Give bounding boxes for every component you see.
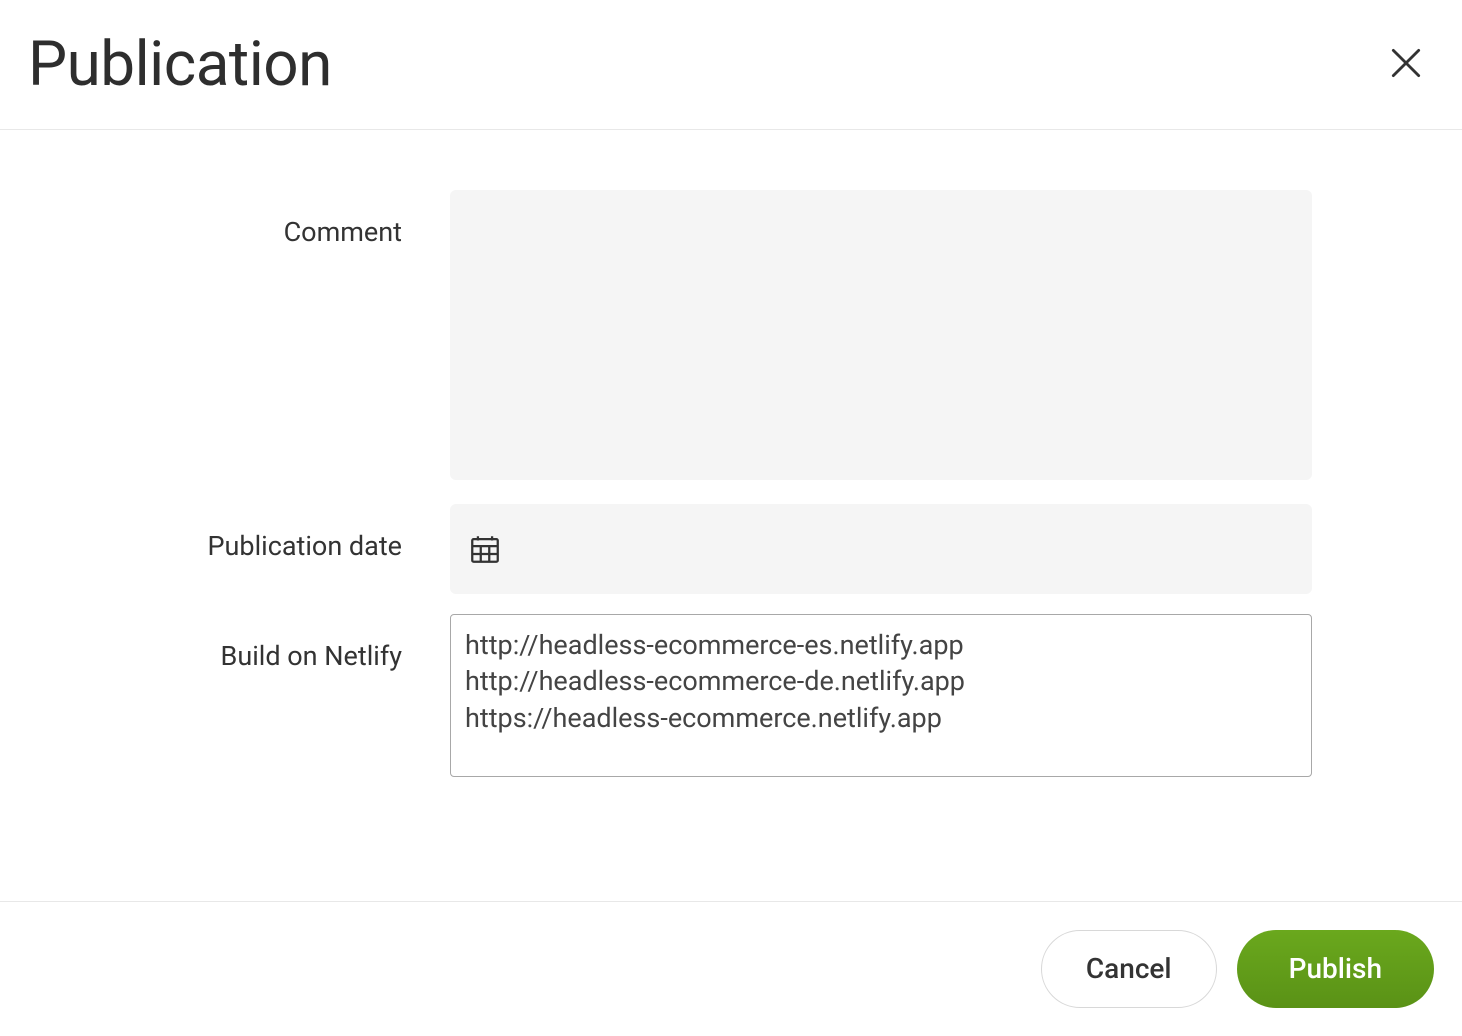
build-netlify-label: Build on Netlify bbox=[40, 614, 450, 672]
publication-date-input[interactable] bbox=[502, 504, 1294, 594]
modal-footer: Cancel Publish bbox=[0, 901, 1462, 1036]
netlify-url: http://headless-ecommerce-es.netlify.app bbox=[465, 627, 1297, 663]
netlify-url: https://headless-ecommerce.netlify.app bbox=[465, 700, 1297, 736]
publish-button[interactable]: Publish bbox=[1237, 930, 1434, 1008]
comment-input[interactable] bbox=[450, 190, 1312, 480]
modal-body: Comment Publication date bbox=[0, 130, 1462, 901]
publication-date-field[interactable] bbox=[450, 504, 1312, 594]
build-netlify-row: Build on Netlify http://headless-ecommer… bbox=[0, 614, 1462, 777]
close-icon bbox=[1387, 44, 1425, 85]
netlify-urls-box[interactable]: http://headless-ecommerce-es.netlify.app… bbox=[450, 614, 1312, 777]
netlify-url: http://headless-ecommerce-de.netlify.app bbox=[465, 663, 1297, 699]
comment-row: Comment bbox=[0, 190, 1462, 484]
modal-header: Publication bbox=[0, 0, 1462, 130]
close-button[interactable] bbox=[1382, 41, 1430, 89]
publication-modal: Publication Comment Publication date bbox=[0, 0, 1462, 1036]
cancel-button[interactable]: Cancel bbox=[1041, 930, 1217, 1008]
publication-date-row: Publication date bbox=[0, 504, 1462, 594]
modal-title: Publication bbox=[28, 28, 332, 101]
comment-label: Comment bbox=[40, 190, 450, 248]
publication-date-label: Publication date bbox=[40, 504, 450, 562]
calendar-icon bbox=[468, 532, 502, 566]
